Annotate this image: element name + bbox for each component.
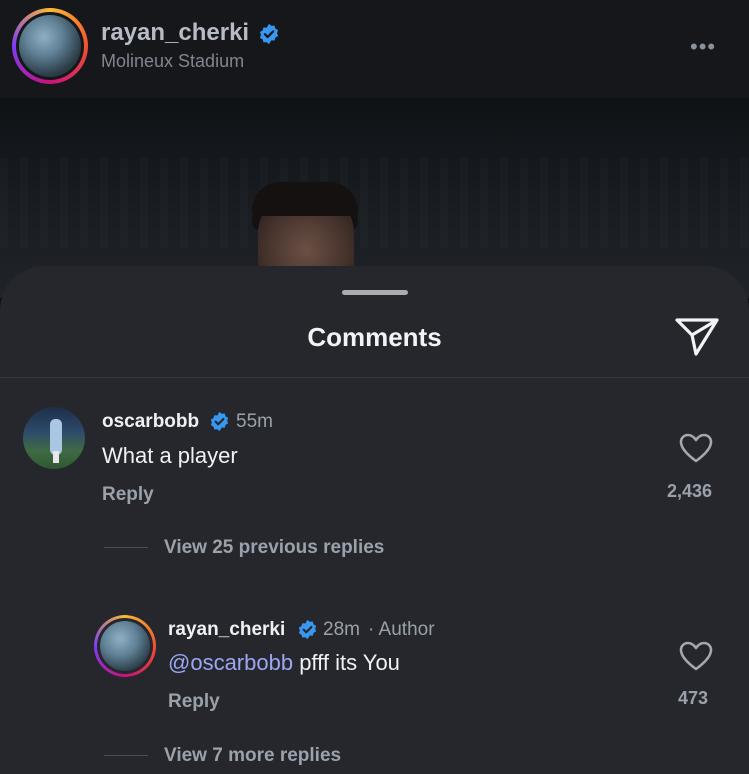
post-username[interactable]: rayan_cherki bbox=[101, 19, 249, 47]
reply-button[interactable]: Reply bbox=[102, 484, 154, 506]
verified-badge-icon bbox=[298, 619, 317, 640]
stadium-background bbox=[0, 158, 749, 248]
avatar-frame bbox=[97, 618, 153, 674]
divider bbox=[0, 377, 749, 378]
like-count: 2,436 bbox=[667, 481, 713, 501]
author-label: · Author bbox=[368, 619, 435, 640]
avatar-player-legs bbox=[53, 451, 59, 463]
reply-button[interactable]: Reply bbox=[168, 691, 220, 713]
avatar bbox=[19, 15, 81, 77]
divider-line bbox=[104, 547, 148, 548]
mention-link[interactable]: @oscarbobb bbox=[168, 650, 293, 675]
player-hair-top bbox=[252, 182, 358, 216]
reply-text: @oscarbobb pfff its You bbox=[168, 650, 400, 676]
avatar-frame bbox=[16, 12, 84, 80]
verified-badge-icon bbox=[210, 411, 229, 432]
comment-text: What a player bbox=[102, 443, 238, 468]
story-ring-avatar[interactable] bbox=[12, 8, 88, 84]
post-header: rayan_cherki Molineux Stadium ••• bbox=[0, 0, 749, 98]
reply-avatar-ring[interactable] bbox=[94, 615, 156, 677]
commenter-avatar[interactable] bbox=[23, 407, 85, 469]
avatar-player bbox=[50, 419, 62, 455]
more-options-icon[interactable]: ••• bbox=[690, 34, 716, 60]
comments-sheet: Comments bbox=[0, 266, 749, 774]
post-location[interactable]: Molineux Stadium bbox=[101, 51, 244, 72]
sheet-title: Comments bbox=[307, 322, 442, 352]
reply-body: pfff its You bbox=[293, 650, 400, 675]
view-previous-replies[interactable]: View 25 previous replies bbox=[164, 537, 384, 559]
heart-icon[interactable] bbox=[679, 641, 713, 671]
comment-time: 55m bbox=[236, 411, 273, 432]
share-icon[interactable] bbox=[674, 316, 720, 358]
avatar bbox=[100, 621, 150, 671]
like-count: 473 bbox=[678, 688, 709, 708]
heart-icon[interactable] bbox=[679, 433, 713, 463]
reply-time: 28m bbox=[323, 619, 360, 640]
comment-username[interactable]: oscarbobb bbox=[102, 411, 199, 433]
view-more-replies[interactable]: View 7 more replies bbox=[164, 745, 341, 767]
verified-badge-icon bbox=[259, 23, 279, 45]
drag-handle[interactable] bbox=[342, 290, 408, 295]
divider-line bbox=[104, 755, 148, 756]
reply-username[interactable]: rayan_cherki bbox=[168, 619, 285, 641]
